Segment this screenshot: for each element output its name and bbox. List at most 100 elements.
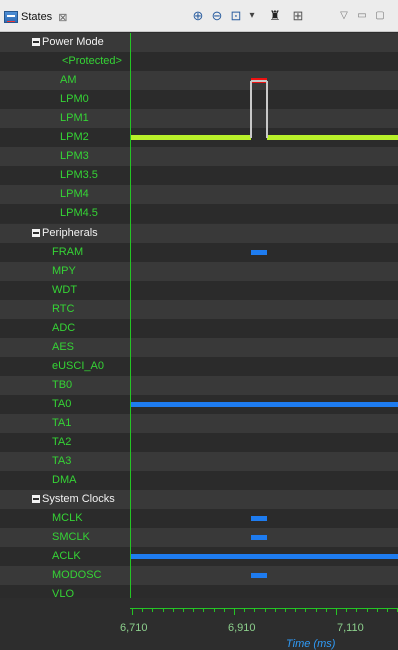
row-label: MPY	[52, 264, 76, 277]
state-transition-line	[265, 80, 268, 138]
axis-tick	[254, 608, 256, 612]
axis-tick	[264, 608, 266, 612]
collapse-icon[interactable]	[32, 228, 40, 237]
chevron-down-icon[interactable]: ▾	[244, 8, 260, 24]
state-segment[interactable]	[130, 401, 398, 407]
state-row[interactable]: LPM3.5	[0, 166, 398, 186]
tick-label: 6,710	[120, 622, 148, 634]
state-row[interactable]: AES	[0, 337, 398, 357]
columns-icon[interactable]: ⊞	[290, 8, 306, 24]
axis-tick	[172, 608, 174, 612]
time-axis: 6,710 6,910 7,110 Time (ms)	[0, 598, 398, 650]
minimize-icon[interactable]: ▭	[354, 8, 370, 24]
row-label: TA0	[52, 397, 72, 410]
row-label: LPM3.5	[60, 169, 98, 182]
maximize-icon[interactable]: ▢	[372, 8, 388, 24]
time-cursor[interactable]	[130, 33, 131, 598]
axis-tick	[336, 608, 337, 615]
axis-tick	[244, 608, 246, 612]
row-label: Power Mode	[42, 36, 104, 48]
row-label: FRAM	[52, 245, 84, 258]
axis-tick	[162, 608, 164, 612]
row-label: SMCLK	[52, 531, 90, 544]
axis-tick	[285, 608, 286, 612]
row-label: ACLK	[52, 550, 81, 563]
state-row[interactable]: LPM0	[0, 90, 398, 110]
tick-label: 7,110	[337, 622, 364, 634]
state-row[interactable]: ADC	[0, 318, 398, 338]
row-label: AM	[60, 74, 77, 87]
state-segment[interactable]	[251, 535, 267, 541]
zoom-in-icon[interactable]: ⊕	[190, 8, 206, 24]
state-row[interactable]: LPM3	[0, 147, 398, 167]
tick-label: 6,910	[228, 622, 256, 634]
row-label: Peripherals	[42, 226, 98, 239]
state-row[interactable]: RTC	[0, 299, 398, 319]
state-row[interactable]: MPY	[0, 261, 398, 281]
view-menu-icon[interactable]: ▽	[336, 8, 352, 24]
row-label: RTC	[52, 302, 75, 315]
state-row[interactable]: MCLK	[0, 509, 398, 529]
state-row[interactable]: SMCLK	[0, 528, 398, 548]
row-label: TA1	[52, 417, 72, 429]
state-row[interactable]: LPM1	[0, 109, 398, 129]
zoom-out-icon[interactable]: ⊖	[209, 8, 225, 24]
axis-tick	[223, 608, 225, 612]
state-row[interactable]: LPM4	[0, 185, 398, 205]
state-row[interactable]: <Protected>	[0, 52, 398, 72]
axis-tick	[325, 608, 327, 612]
group-row[interactable]: Peripherals	[0, 223, 398, 243]
axis-tick	[234, 608, 235, 615]
state-row[interactable]: MODOSC	[0, 566, 398, 586]
axis-tick	[183, 608, 184, 612]
axis-tick	[366, 608, 368, 612]
group-row[interactable]: System Clocks	[0, 490, 398, 510]
state-segment[interactable]	[251, 573, 267, 579]
row-label: TA2	[52, 436, 72, 449]
row-label: AES	[52, 340, 75, 353]
row-label: ADC	[52, 321, 76, 334]
state-row[interactable]: AM	[0, 71, 398, 91]
state-row[interactable]: TA1	[0, 414, 398, 433]
row-label: MCLK	[52, 512, 83, 525]
row-label: MODOSC	[52, 569, 102, 582]
view-toolbar: States ⊠ ⊕ ⊖ ⊡ ▾ ♜ ⊞ ▽ ▭ ▢	[0, 0, 398, 32]
collapse-icon[interactable]	[32, 38, 40, 46]
states-view-icon	[4, 11, 18, 23]
row-label: TA3	[52, 455, 72, 468]
state-row[interactable]: WDT	[0, 280, 398, 300]
annotation-mark	[70, 0, 134, 15]
row-label: DMA	[52, 474, 77, 487]
axis-tick	[356, 608, 358, 612]
state-row[interactable]: DMA	[0, 471, 398, 491]
state-row[interactable]: eUSCI_A0	[0, 356, 398, 376]
state-row[interactable]: FRAM	[0, 242, 398, 262]
tab-title: States	[21, 11, 53, 23]
state-row[interactable]: TB0	[0, 375, 398, 395]
row-label: eUSCI_A0	[52, 359, 104, 372]
row-label: LPM0	[60, 93, 89, 106]
axis-title: Time (ms)	[286, 638, 336, 650]
state-segment[interactable]	[266, 135, 398, 141]
axis-tick	[315, 608, 317, 612]
collapse-icon[interactable]	[32, 495, 40, 504]
state-segment[interactable]	[251, 516, 267, 522]
row-label: LPM2	[60, 131, 89, 144]
axis-tick	[142, 608, 144, 612]
group-row[interactable]: Power Mode	[0, 33, 398, 52]
find-icon[interactable]: ♜	[267, 8, 283, 24]
tab-states[interactable]: States ⊠	[4, 8, 67, 26]
axis-tick	[387, 608, 388, 612]
zoom-fit-icon[interactable]: ⊡	[228, 8, 244, 24]
close-icon[interactable]: ⊠	[58, 11, 67, 24]
state-row[interactable]: TA3	[0, 452, 398, 472]
row-label: System Clocks	[42, 493, 115, 506]
row-label: TB0	[52, 378, 73, 391]
state-segment[interactable]	[251, 249, 267, 255]
state-row[interactable]: LPM4.5	[0, 204, 398, 224]
axis-tick	[152, 608, 154, 612]
state-segment[interactable]	[130, 554, 398, 560]
state-segment[interactable]	[130, 135, 252, 141]
axis-tick	[295, 608, 297, 612]
state-row[interactable]: TA2	[0, 433, 398, 453]
